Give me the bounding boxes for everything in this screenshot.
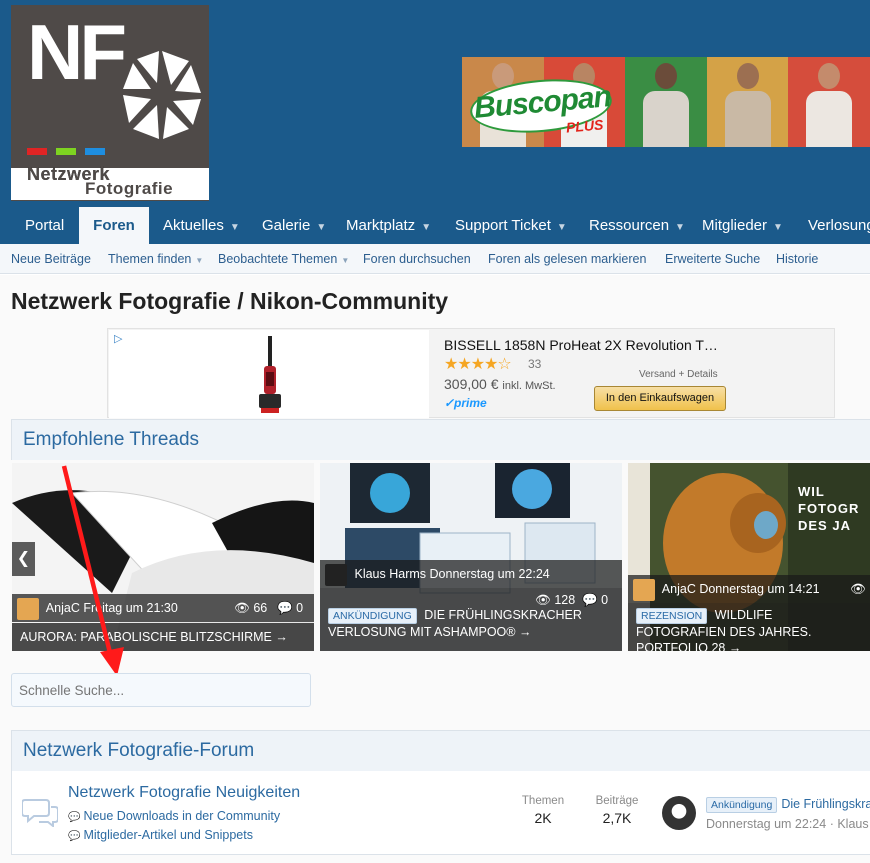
subforum-link[interactable]: 💬 Neue Downloads in der Community <box>68 809 280 823</box>
chat-bubble-icon: 💬 <box>68 831 81 842</box>
page: NF Netzwerk Fotografie Buscopan PLUS Por… <box>0 0 870 863</box>
latest-thread-link[interactable]: Ankündigung Die Frühlingskra <box>706 797 870 813</box>
forum-row: Netzwerk Fotografie Neuigkeiten 💬 Neue Do… <box>11 771 870 855</box>
forum-chat-icon <box>22 799 58 827</box>
forum-section-header: Netzwerk Fotografie-Forum <box>11 730 870 771</box>
posts-stat: Beiträge 2,7K <box>595 795 639 826</box>
subforum-link[interactable]: 💬 Mitglieder-Artikel und Snippets <box>68 828 253 842</box>
forum-title[interactable]: Netzwerk Fotografie Neuigkeiten <box>68 784 300 802</box>
chat-bubble-icon: 💬 <box>68 812 81 823</box>
threads-stat: Themen 2K <box>521 795 565 826</box>
prefix-badge[interactable]: Ankündigung <box>706 797 778 813</box>
avatar[interactable] <box>662 796 696 830</box>
quick-search-input[interactable] <box>11 673 311 707</box>
forum-section-title[interactable]: Netzwerk Fotografie-Forum <box>23 740 254 762</box>
latest-meta: Donnerstag um 22:24 · Klaus <box>706 817 869 831</box>
